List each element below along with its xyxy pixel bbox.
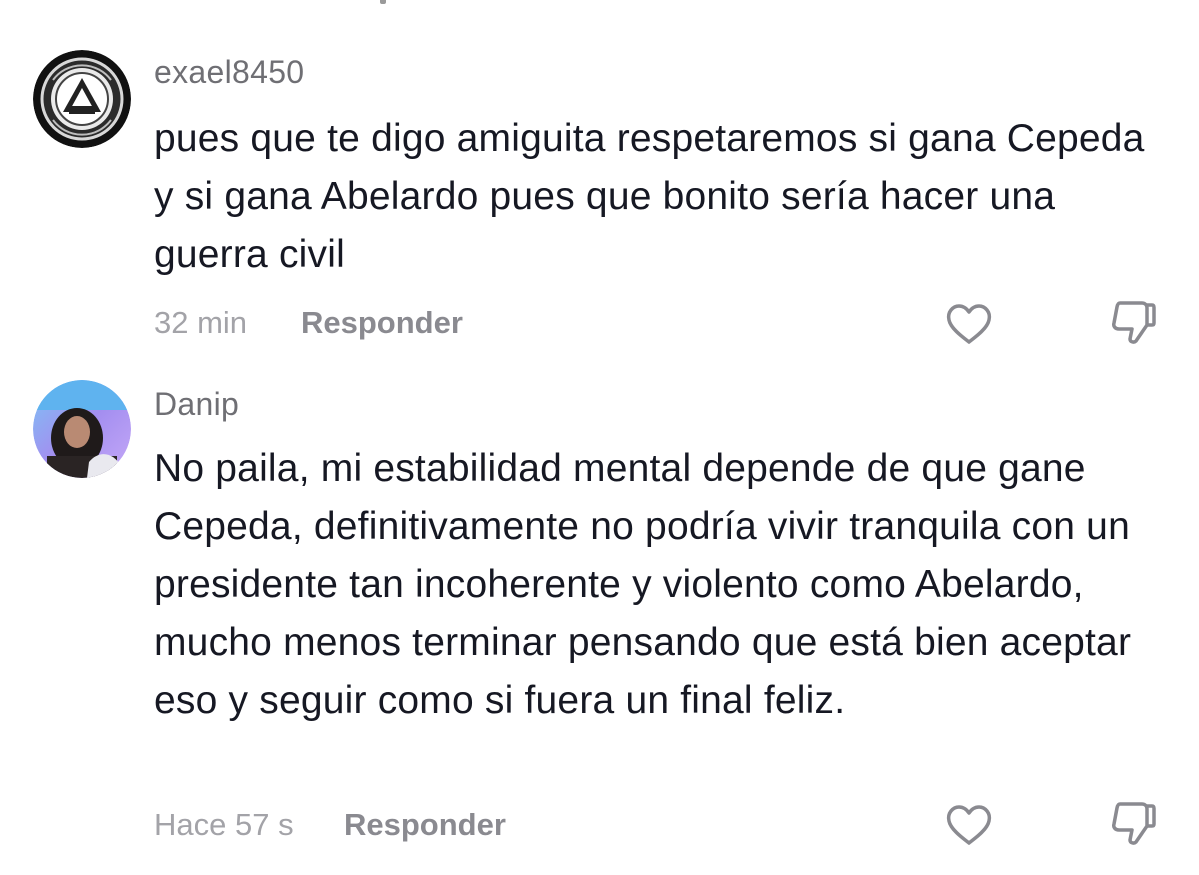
- comment-meta: Hace 57 s Responder: [154, 807, 506, 843]
- reply-button[interactable]: Responder: [344, 807, 506, 843]
- heart-icon[interactable]: [945, 302, 993, 346]
- comment-timestamp: 32 min: [154, 305, 248, 340]
- previous-item-edge: [380, 0, 386, 4]
- thumbs-down-icon[interactable]: [1110, 299, 1158, 345]
- thumbs-down-icon[interactable]: [1110, 800, 1158, 846]
- photo-avatar-icon: [33, 380, 131, 478]
- comment-timestamp: Hace 57 s: [154, 807, 294, 842]
- comments-panel: exael8450 pues que te digo amiguita resp…: [0, 0, 1199, 875]
- reply-button[interactable]: Responder: [301, 305, 463, 341]
- emblem-avatar-icon: [33, 50, 131, 148]
- comment-meta: 32 min Responder: [154, 305, 463, 341]
- heart-icon[interactable]: [945, 803, 993, 847]
- comment-username[interactable]: exael8450: [154, 54, 304, 91]
- avatar[interactable]: [33, 50, 131, 148]
- comment-text: No paila, mi estabilidad mental depende …: [154, 447, 1132, 722]
- comment-text: pues que te digo amiguita respetaremos s…: [154, 117, 1145, 276]
- avatar[interactable]: [33, 380, 131, 478]
- comment-username[interactable]: Danip: [154, 386, 239, 423]
